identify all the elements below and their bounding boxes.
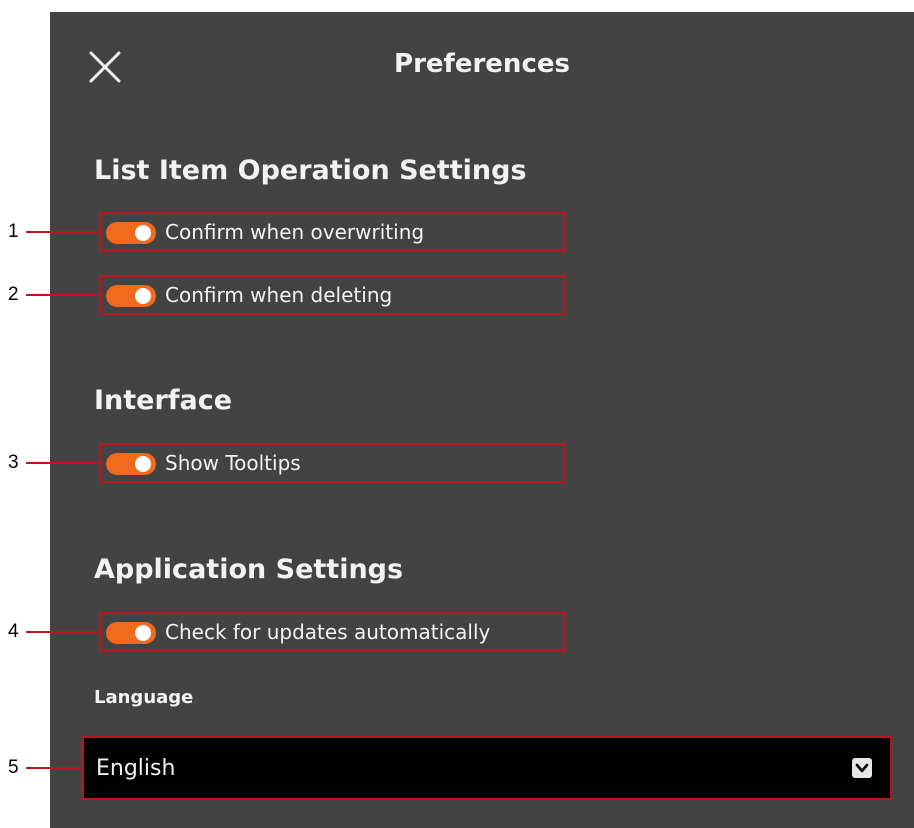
language-label: Language [94, 687, 194, 708]
check-updates-toggle[interactable] [106, 622, 156, 644]
confirm-deleting-toggle[interactable] [106, 285, 156, 307]
callout-number: 5 [8, 757, 19, 778]
language-select[interactable]: English [82, 736, 892, 800]
show-tooltips-label: Show Tooltips [165, 451, 301, 475]
callout-1: 1 [8, 221, 104, 243]
toggle-knob [135, 625, 151, 641]
setting-show-tooltips[interactable]: Show Tooltips [99, 443, 565, 483]
setting-check-updates[interactable]: Check for updates automatically [99, 612, 565, 652]
callout-number: 2 [8, 284, 19, 305]
callout-4: 4 [8, 621, 104, 643]
language-select-value: English [96, 756, 176, 781]
confirm-overwriting-toggle[interactable] [106, 222, 156, 244]
section-heading-interface: Interface [94, 385, 233, 416]
setting-confirm-overwriting[interactable]: Confirm when overwriting [99, 212, 565, 252]
dialog-title: Preferences [394, 49, 570, 79]
toggle-knob [135, 456, 151, 472]
callout-3: 3 [8, 452, 104, 474]
callout-line [26, 631, 102, 633]
callout-2: 2 [8, 284, 104, 306]
check-updates-label: Check for updates automatically [165, 620, 491, 644]
callout-line [26, 231, 102, 233]
callout-5: 5 [8, 757, 104, 779]
confirm-deleting-label: Confirm when deleting [165, 283, 393, 307]
callout-number: 4 [8, 621, 19, 642]
toggle-knob [135, 225, 151, 241]
section-heading-application: Application Settings [94, 554, 404, 585]
callout-number: 1 [8, 221, 19, 242]
setting-confirm-deleting[interactable]: Confirm when deleting [99, 275, 565, 315]
callout-line [26, 294, 102, 296]
callout-number: 3 [8, 452, 19, 473]
callout-line [26, 767, 84, 769]
chevron-down-icon[interactable] [852, 758, 872, 778]
show-tooltips-toggle[interactable] [106, 453, 156, 475]
section-heading-list-item: List Item Operation Settings [94, 155, 527, 186]
toggle-knob [135, 288, 151, 304]
confirm-overwriting-label: Confirm when overwriting [165, 220, 425, 244]
callout-line [26, 462, 102, 464]
